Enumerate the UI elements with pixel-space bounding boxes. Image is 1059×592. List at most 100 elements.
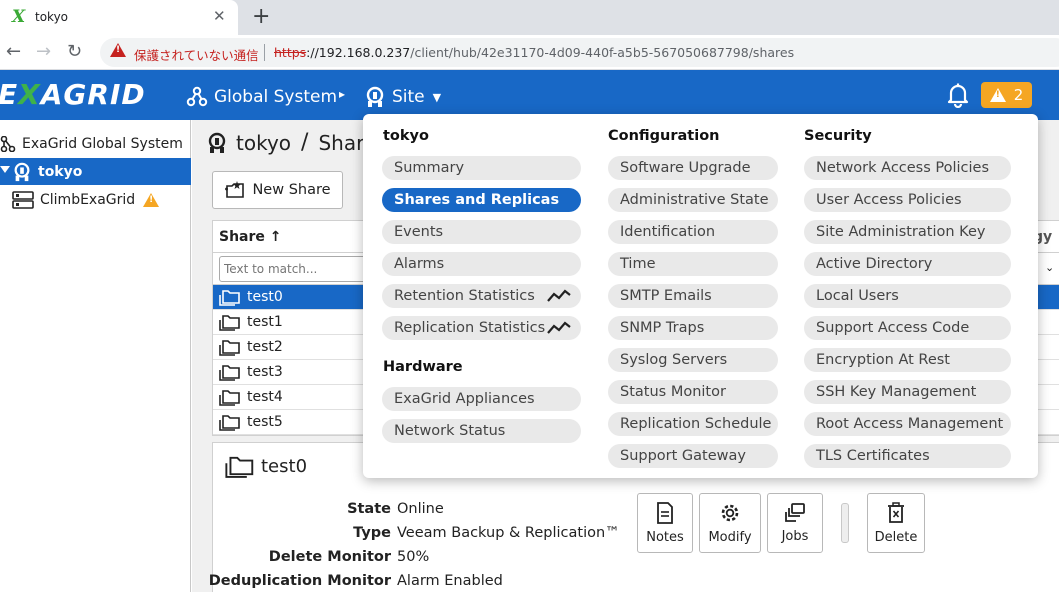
expand-arrow-icon[interactable] bbox=[0, 166, 10, 173]
tree-label: ExaGrid Global System bbox=[22, 135, 183, 152]
menu-item-summary[interactable]: Summary bbox=[382, 156, 581, 180]
prop-label: Type bbox=[353, 525, 391, 541]
prop-delete-monitor: Delete Monitor 50% bbox=[213, 549, 429, 573]
prop-state: State Online bbox=[213, 501, 444, 525]
menu-item-network-access-policies[interactable]: Network Access Policies bbox=[804, 156, 1011, 180]
menu-item-network-status[interactable]: Network Status bbox=[382, 419, 581, 443]
alarm-count-badge[interactable]: 2 bbox=[981, 82, 1032, 108]
action-divider bbox=[841, 503, 849, 543]
insecure-connection-label[interactable]: 保護されていない通信 bbox=[134, 45, 259, 64]
global-system-link[interactable]: Global System bbox=[186, 86, 337, 108]
menu-item-snmp-traps[interactable]: SNMP Traps bbox=[608, 316, 778, 340]
menu-item-smtp-emails[interactable]: SMTP Emails bbox=[608, 284, 778, 308]
address-bar: ← → ↻ 保護されていない通信 https://192.168.0.237/c… bbox=[0, 35, 1059, 70]
warning-triangle-icon bbox=[989, 88, 1006, 102]
site-icon bbox=[366, 86, 384, 107]
gear-icon bbox=[721, 504, 739, 521]
menu-item-shares-and-replicas[interactable]: Shares and Replicas bbox=[382, 188, 581, 212]
menu-item-root-access-management[interactable]: Root Access Management bbox=[804, 412, 1011, 436]
share-folder-icon bbox=[225, 456, 254, 478]
prop-value: Online bbox=[397, 501, 444, 517]
url-text[interactable]: https://192.168.0.237/client/hub/42e3117… bbox=[274, 45, 794, 60]
menu-item-software-upgrade[interactable]: Software Upgrade bbox=[608, 156, 778, 180]
modify-button[interactable]: Modify bbox=[699, 493, 761, 553]
menu-item-local-users[interactable]: Local Users bbox=[804, 284, 1011, 308]
close-tab-icon[interactable]: ✕ bbox=[213, 7, 226, 25]
menu-item-user-access-policies[interactable]: User Access Policies bbox=[804, 188, 1011, 212]
prop-label: Delete Monitor bbox=[268, 549, 391, 565]
menu-item-replication-schedule[interactable]: Replication Schedule bbox=[608, 412, 778, 436]
back-arrow-icon[interactable]: ← bbox=[6, 41, 21, 62]
prop-label: State bbox=[347, 501, 391, 517]
prop-value: 50% bbox=[397, 549, 430, 565]
exagrid-logo[interactable]: EXAGRID bbox=[0, 78, 146, 111]
title-separator: / bbox=[301, 130, 309, 155]
menu-item-events[interactable]: Events bbox=[382, 220, 581, 244]
site-icon bbox=[12, 162, 32, 182]
site-dropdown-menu: tokyo Summary Shares and Replicas Events… bbox=[363, 114, 1038, 478]
menu-item-site-administration-key[interactable]: Site Administration Key bbox=[804, 220, 1011, 244]
share-folder-icon bbox=[219, 290, 240, 306]
new-tab-icon[interactable]: + bbox=[252, 4, 270, 29]
jobs-button[interactable]: Jobs bbox=[767, 493, 823, 553]
menu-item-syslog-servers[interactable]: Syslog Servers bbox=[608, 348, 778, 372]
trend-line-icon bbox=[547, 289, 571, 302]
security-warning-icon[interactable] bbox=[110, 43, 126, 57]
alarm-count: 2 bbox=[1013, 86, 1024, 104]
menu-heading-hardware: Hardware bbox=[383, 359, 463, 375]
menu-item-alarms[interactable]: Alarms bbox=[382, 252, 581, 276]
navigation-tree: ExaGrid Global System tokyo ClimbExaGrid bbox=[0, 120, 191, 592]
menu-item-identification[interactable]: Identification bbox=[608, 220, 778, 244]
prop-value: Alarm Enabled bbox=[397, 573, 503, 589]
prop-dedup-monitor: Deduplication Monitor Alarm Enabled bbox=[209, 573, 503, 592]
browser-tabstrip: X tokyo ✕ + bbox=[0, 0, 1059, 35]
menu-item-ssh-key-management[interactable]: SSH Key Management bbox=[804, 380, 1011, 404]
menu-item-time[interactable]: Time bbox=[608, 252, 778, 276]
menu-heading-security: Security bbox=[804, 128, 872, 144]
menu-item-replication-statistics[interactable]: Replication Statistics bbox=[382, 316, 581, 340]
tree-item-appliance[interactable]: ClimbExaGrid bbox=[0, 186, 191, 213]
delete-button[interactable]: Delete bbox=[867, 493, 925, 553]
menu-heading-site: tokyo bbox=[383, 128, 429, 144]
global-system-label: Global System bbox=[214, 87, 338, 107]
menu-item-administrative-state[interactable]: Administrative State bbox=[608, 188, 778, 212]
bell-icon[interactable] bbox=[946, 82, 970, 108]
share-actions: Notes Modify Jobs Delete bbox=[637, 493, 925, 553]
reload-icon[interactable]: ↻ bbox=[67, 41, 82, 62]
omnibox-divider bbox=[264, 44, 265, 61]
tree-item-global-system[interactable]: ExaGrid Global System bbox=[0, 130, 191, 157]
menu-item-support-gateway[interactable]: Support Gateway bbox=[608, 444, 778, 468]
new-share-label: New Share bbox=[252, 182, 331, 198]
share-filter-input[interactable] bbox=[219, 256, 369, 282]
menu-item-active-directory[interactable]: Active Directory bbox=[804, 252, 1011, 276]
forward-arrow-icon[interactable]: → bbox=[36, 41, 51, 62]
menu-item-exagrid-appliances[interactable]: ExaGrid Appliances bbox=[382, 387, 581, 411]
trend-line-icon bbox=[547, 321, 571, 334]
breadcrumb-separator-icon: ▸ bbox=[339, 87, 346, 101]
menu-item-retention-statistics[interactable]: Retention Statistics bbox=[382, 284, 581, 308]
tree-label: tokyo bbox=[38, 163, 83, 180]
menu-item-support-access-code[interactable]: Support Access Code bbox=[804, 316, 1011, 340]
site-menu-toggle[interactable]: Site ▼ bbox=[364, 86, 441, 108]
hierarchy-icon bbox=[0, 135, 16, 152]
menu-item-encryption-at-rest[interactable]: Encryption At Rest bbox=[804, 348, 1011, 372]
server-icon bbox=[12, 190, 34, 209]
chevron-down-icon[interactable]: ⌄ bbox=[1045, 261, 1054, 274]
url-field[interactable]: 保護されていない通信 https://192.168.0.237/client/… bbox=[100, 38, 1059, 67]
new-share-button[interactable]: New Share bbox=[212, 171, 343, 209]
notes-button[interactable]: Notes bbox=[637, 493, 693, 553]
new-share-icon bbox=[225, 181, 245, 198]
trash-icon bbox=[888, 501, 904, 523]
prop-value: Veeam Backup & Replication™ bbox=[397, 525, 620, 541]
menu-item-tls-certificates[interactable]: TLS Certificates bbox=[804, 444, 1011, 468]
url-host: ://192.168.0.237 bbox=[306, 45, 411, 60]
browser-tab[interactable]: X tokyo ✕ bbox=[0, 0, 238, 35]
menu-item-status-monitor[interactable]: Status Monitor bbox=[608, 380, 778, 404]
tree-label: ClimbExaGrid bbox=[40, 191, 136, 208]
hierarchy-icon bbox=[186, 86, 208, 107]
tree-item-site-tokyo[interactable]: tokyo bbox=[0, 158, 191, 185]
menu-heading-configuration: Configuration bbox=[608, 128, 720, 144]
share-folder-icon bbox=[219, 390, 240, 406]
site-name: tokyo bbox=[236, 130, 292, 155]
warning-triangle-icon bbox=[143, 192, 160, 207]
